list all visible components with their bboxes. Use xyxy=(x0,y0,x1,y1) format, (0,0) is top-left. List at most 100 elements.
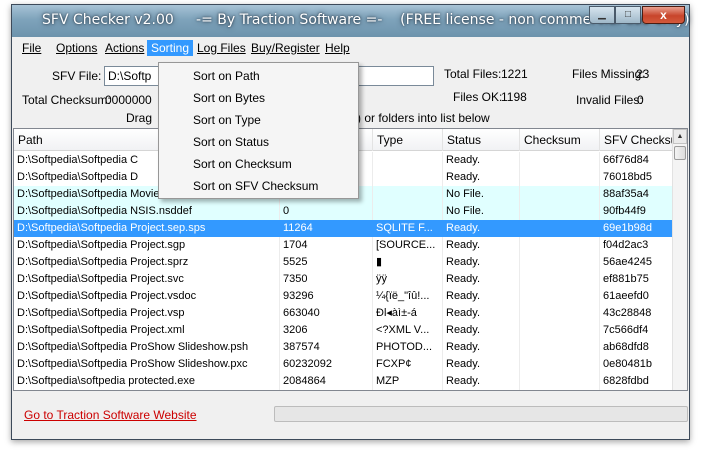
progress-bar xyxy=(274,406,688,422)
menu-help[interactable]: Help xyxy=(321,40,354,56)
cell-bytes: 2084864 xyxy=(280,373,373,390)
table-row[interactable]: D:\Softpedia\Softpedia ProShow Slideshow… xyxy=(14,356,674,373)
cell-type: FCXP¢ xyxy=(373,356,443,373)
cell-checksum xyxy=(520,237,600,254)
files-missing-label: Files Missing: xyxy=(572,67,645,81)
table-row[interactable]: D:\Softpedia\Softpedia Project.sgp 1704 [S… xyxy=(14,237,674,254)
sorting-dropdown: Sort on Path Sort on Bytes Sort on Type … xyxy=(158,62,359,199)
cell-type: ÿÿ xyxy=(373,271,443,288)
invalid-files-label: Invalid Files: xyxy=(576,93,643,107)
cell-bytes: 7350 xyxy=(280,271,373,288)
scroll-up-icon[interactable]: ▲ xyxy=(673,129,687,144)
title-bar[interactable]: SFV Checker v2.00 -= By Traction Softwar… xyxy=(12,5,690,37)
table-row[interactable]: D:\Softpedia\Softpedia Project.svc 7350 ÿÿ… xyxy=(14,271,674,288)
cell-sfv-checksum: ab68dfd8 xyxy=(600,339,674,356)
cell-path: D:\Softpedia\Softpedia Project.svc xyxy=(14,271,280,288)
cell-type: <?XML V... xyxy=(373,322,443,339)
traction-website-link[interactable]: Go to Traction Software Website xyxy=(24,408,197,422)
cell-type: MZP xyxy=(373,373,443,390)
menu-actions[interactable]: Actions xyxy=(101,40,148,56)
cell-checksum xyxy=(520,373,600,390)
table-row[interactable]: D:\Softpedia\softpedia protected.exe 2084… xyxy=(14,373,674,390)
cell-type: ¼{ïë_"îû!... xyxy=(373,288,443,305)
sort-on-type-item[interactable]: Sort on Type xyxy=(161,109,356,131)
column-status[interactable]: Status xyxy=(443,129,520,151)
files-ok-label: Files OK: xyxy=(453,90,503,104)
cell-status: Ready. xyxy=(443,237,520,254)
sort-on-status-item[interactable]: Sort on Status xyxy=(161,131,356,153)
cell-bytes: 663040 xyxy=(280,305,373,322)
cell-bytes: 11264 xyxy=(280,220,373,237)
sort-on-sfv-checksum-item[interactable]: Sort on SFV Checksum xyxy=(161,175,356,197)
vertical-scrollbar[interactable]: ▲ xyxy=(672,129,687,390)
cell-status: Ready. xyxy=(443,288,520,305)
column-checksum[interactable]: Checksum xyxy=(520,129,600,151)
invalid-files-value: 0 xyxy=(637,93,644,107)
cell-sfv-checksum: 66f76d84 xyxy=(600,152,674,169)
cell-status: Ready. xyxy=(443,305,520,322)
cell-checksum xyxy=(520,169,600,186)
cell-checksum xyxy=(520,220,600,237)
menu-file[interactable]: File xyxy=(18,40,45,56)
table-row[interactable]: D:\Softpedia\Softpedia Project.xml 3206 <?… xyxy=(14,322,674,339)
sfv-file-label: SFV File: xyxy=(52,69,102,83)
cell-path: D:\Softpedia\Softpedia ProShow Slideshow… xyxy=(14,356,280,373)
cell-path: D:\Softpedia\Softpedia Project.xml xyxy=(14,322,280,339)
app-window: SFV Checker v2.00 -= By Traction Softwar… xyxy=(11,4,690,440)
cell-checksum xyxy=(520,186,600,203)
cell-checksum xyxy=(520,152,600,169)
cell-bytes: 60232092 xyxy=(280,356,373,373)
sort-on-path-item[interactable]: Sort on Path xyxy=(161,65,356,87)
cell-checksum xyxy=(520,356,600,373)
menu-options[interactable]: Options xyxy=(52,40,101,56)
table-row[interactable]: D:\Softpedia\Softpedia Project.vsdoc 9329… xyxy=(14,288,674,305)
cell-type xyxy=(373,203,443,220)
cell-status: Ready. xyxy=(443,271,520,288)
menu-bar: File Options Actions Sorting Log Files B… xyxy=(12,37,689,57)
cell-path: D:\Softpedia\Softpedia ProShow Slideshow… xyxy=(14,339,280,356)
cell-checksum xyxy=(520,322,600,339)
table-row[interactable]: D:\Softpedia\Softpedia NSIS.nsddef 0 No Fi… xyxy=(14,203,674,220)
menu-sorting[interactable]: Sorting xyxy=(147,40,194,56)
total-files-label: Total Files: xyxy=(444,67,502,81)
cell-sfv-checksum: f04d2ac3 xyxy=(600,237,674,254)
cell-type: PHOTOD... xyxy=(373,339,443,356)
cell-type: Ðl◂àì±-á xyxy=(373,305,443,322)
menu-log-files[interactable]: Log Files xyxy=(193,40,250,56)
cell-path: D:\Softpedia\Softpedia Project.vsp xyxy=(14,305,280,322)
cell-status: No File. xyxy=(443,203,520,220)
cell-sfv-checksum: 90fb44f9 xyxy=(600,203,674,220)
cell-status: Ready. xyxy=(443,152,520,169)
cell-status: Ready. xyxy=(443,356,520,373)
cell-path: D:\Softpedia\Softpedia Project.sgp xyxy=(14,237,280,254)
table-row[interactable]: D:\Softpedia\Softpedia Project.sprz 5525 ▮… xyxy=(14,254,674,271)
minimize-button[interactable]: ▁ xyxy=(589,6,615,24)
cell-checksum xyxy=(520,254,600,271)
column-type[interactable]: Type xyxy=(373,129,443,151)
sort-on-bytes-item[interactable]: Sort on Bytes xyxy=(161,87,356,109)
table-row[interactable]: D:\Softpedia\Softpedia Project.vsp 663040… xyxy=(14,305,674,322)
cell-sfv-checksum: ef881b75 xyxy=(600,271,674,288)
cell-sfv-checksum: 43c28848 xyxy=(600,305,674,322)
total-checksum-value: 0000000 xyxy=(105,93,152,107)
cell-sfv-checksum: 61aeefd0 xyxy=(600,288,674,305)
cell-checksum xyxy=(520,271,600,288)
cell-path: D:\Softpedia\Softpedia NSIS.nsddef xyxy=(14,203,280,220)
maximize-button[interactable]: □ xyxy=(615,6,641,24)
cell-sfv-checksum: 56ae4245 xyxy=(600,254,674,271)
files-missing-value: 23 xyxy=(636,67,650,81)
cell-type xyxy=(373,169,443,186)
table-row[interactable]: D:\Softpedia\Softpedia ProShow Slideshow… xyxy=(14,339,674,356)
scroll-thumb[interactable] xyxy=(674,146,686,160)
menu-buy-register[interactable]: Buy/Register xyxy=(247,40,324,56)
cell-checksum xyxy=(520,305,600,322)
column-sfv-checksum[interactable]: SFV Checksu xyxy=(600,129,674,151)
cell-sfv-checksum: 88af35a4 xyxy=(600,186,674,203)
close-button[interactable]: x xyxy=(642,6,685,24)
table-row[interactable]: D:\Softpedia\Softpedia Project.sep.sps 11… xyxy=(14,220,674,237)
cell-bytes: 93296 xyxy=(280,288,373,305)
cell-status: Ready. xyxy=(443,322,520,339)
cell-checksum xyxy=(520,203,600,220)
sort-on-checksum-item[interactable]: Sort on Checksum xyxy=(161,153,356,175)
cell-type: SQLITE F... xyxy=(373,220,443,237)
